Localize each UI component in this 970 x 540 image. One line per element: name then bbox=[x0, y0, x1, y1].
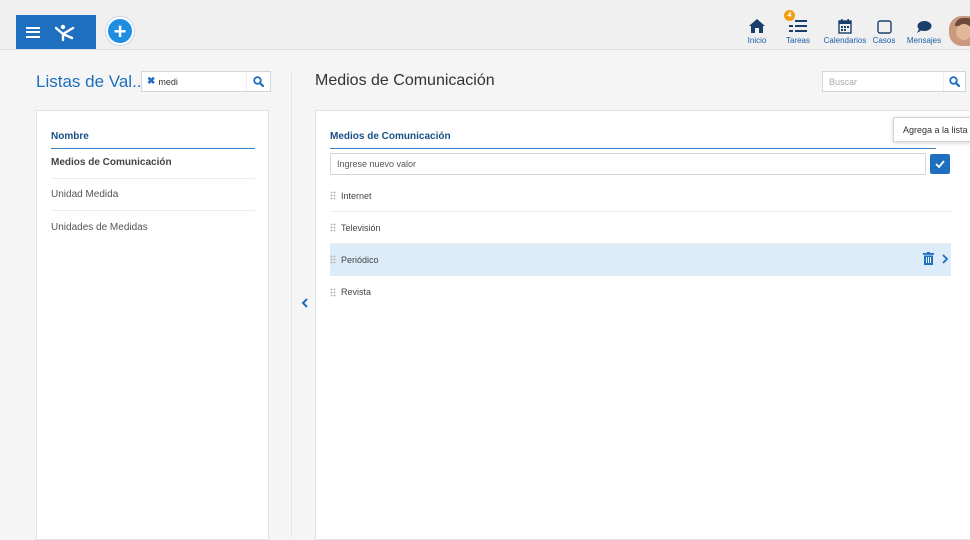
filter-value: medi bbox=[158, 76, 178, 87]
home-icon bbox=[749, 19, 765, 33]
nav-tareas[interactable]: 4 Tareas bbox=[784, 10, 812, 45]
add-button[interactable]: + bbox=[106, 17, 134, 45]
nav-mensajes[interactable]: Mensajes bbox=[906, 12, 942, 45]
new-value-input[interactable] bbox=[330, 153, 926, 175]
chevron-left-icon bbox=[301, 298, 308, 308]
user-avatar[interactable] bbox=[949, 16, 970, 46]
nav-inicio[interactable]: Inicio bbox=[745, 12, 769, 45]
nav-tareas-label: Tareas bbox=[785, 36, 810, 45]
add-to-list-tooltip: Agrega a la lista bbox=[893, 117, 970, 142]
drag-handle-icon[interactable] bbox=[330, 255, 336, 264]
calendar-icon bbox=[838, 19, 852, 34]
nav-casos[interactable]: Casos bbox=[873, 12, 895, 45]
value-row[interactable]: Internet bbox=[330, 180, 951, 212]
values-card: Medios de Comunicación Internet Televisi… bbox=[315, 110, 970, 540]
app-logo-icon[interactable] bbox=[54, 22, 76, 42]
search-icon bbox=[949, 76, 960, 87]
list-item[interactable]: Unidades de Medidas bbox=[51, 211, 255, 243]
left-list-card: Nombre Medios de Comunicación Unidad Med… bbox=[36, 110, 269, 540]
value-row-selected[interactable]: Periódico bbox=[330, 244, 951, 276]
nav-casos-label: Casos bbox=[872, 36, 896, 45]
nav-inicio-label: Inicio bbox=[747, 36, 767, 45]
list-item[interactable]: Unidad Medida bbox=[51, 179, 255, 211]
top-bar: + Inicio 4 Tareas Calendarios Casos Mens… bbox=[0, 0, 970, 50]
nav-calendarios-label: Calendarios bbox=[823, 36, 867, 45]
nav-mensajes-label: Mensajes bbox=[906, 36, 942, 45]
search-icon bbox=[253, 76, 264, 87]
search-input[interactable] bbox=[823, 72, 933, 92]
drag-handle-icon[interactable] bbox=[330, 287, 336, 297]
nav-calendarios[interactable]: Calendarios bbox=[822, 12, 868, 45]
add-value-button[interactable] bbox=[930, 154, 950, 174]
panel-divider bbox=[291, 72, 292, 537]
cases-icon bbox=[876, 20, 892, 34]
clear-filter-icon[interactable]: ✖ bbox=[147, 76, 155, 87]
list-item-label: Unidades de Medidas bbox=[51, 221, 148, 233]
filter-search-button[interactable] bbox=[246, 72, 270, 91]
message-icon bbox=[917, 21, 932, 33]
check-icon bbox=[935, 160, 945, 168]
search-box[interactable] bbox=[822, 71, 966, 92]
value-label: Periódico bbox=[341, 254, 379, 265]
search-button[interactable] bbox=[943, 72, 965, 91]
value-row[interactable]: Revista bbox=[330, 276, 951, 308]
list-item-label: Medios de Comunicación bbox=[51, 157, 172, 168]
hamburger-icon[interactable] bbox=[26, 26, 40, 38]
value-label: Revista bbox=[341, 287, 372, 297]
value-label: Televisión bbox=[341, 222, 381, 233]
collapse-panel-button[interactable] bbox=[298, 296, 312, 310]
values-column-header: Medios de Comunicación bbox=[330, 131, 936, 149]
menu-button[interactable] bbox=[16, 15, 96, 49]
value-label: Internet bbox=[341, 190, 372, 201]
drag-handle-icon[interactable] bbox=[330, 223, 336, 232]
trash-icon[interactable] bbox=[923, 252, 934, 265]
drag-handle-icon[interactable] bbox=[330, 191, 336, 200]
list-item-label: Unidad Medida bbox=[51, 189, 119, 200]
list-item[interactable]: Medios de Comunicación bbox=[51, 147, 255, 179]
row-actions bbox=[923, 252, 949, 265]
chevron-right-icon[interactable] bbox=[942, 253, 949, 264]
value-row[interactable]: Televisión bbox=[330, 212, 951, 244]
filter-box[interactable]: ✖ medi bbox=[141, 71, 271, 92]
detail-title: Medios de Comunicación bbox=[315, 72, 495, 89]
left-panel-title: Listas de Val... bbox=[36, 72, 147, 91]
tasks-badge: 4 bbox=[784, 10, 795, 21]
filter-chip[interactable]: ✖ medi bbox=[142, 76, 178, 87]
